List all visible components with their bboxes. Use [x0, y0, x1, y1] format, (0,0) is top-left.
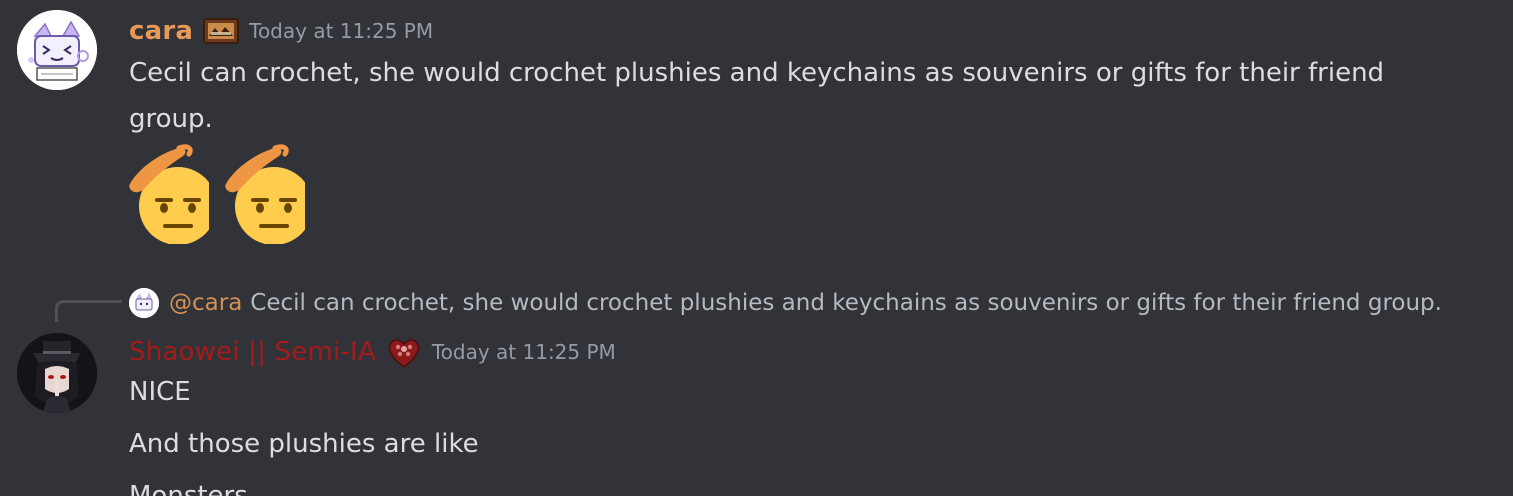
message-header: Shaowei || Semi-IA Today at 11:25 PM: [129, 333, 616, 371]
dark-hat-figure-avatar-icon: [17, 333, 97, 413]
message-header: cara Today at 11:25 PM: [129, 12, 433, 50]
message-cara: cara Today at 11:25 PM Cecil can crochet…: [0, 0, 1513, 280]
username[interactable]: Shaowei || Semi-IA: [129, 337, 376, 367]
reply-preview[interactable]: @cara Cecil can crochet, she would croch…: [129, 286, 1442, 320]
framed-art-badge-icon: [203, 18, 240, 44]
avatar-cara[interactable]: [17, 10, 97, 90]
message-line: NICE: [129, 377, 191, 407]
emoji-row: [127, 144, 305, 244]
chat-log: cara Today at 11:25 PM Cecil can crochet…: [0, 0, 1513, 496]
reply-avatar-icon: [129, 288, 159, 318]
saluting-face-emoji-icon[interactable]: [127, 144, 209, 244]
message-line: And those plushies are like: [129, 429, 479, 459]
timestamp: Today at 11:25 PM: [431, 340, 616, 364]
red-flower-heart-badge-icon: [386, 334, 422, 370]
reply-connector: [55, 300, 122, 322]
reply-mention[interactable]: @cara: [169, 290, 242, 316]
saluting-face-emoji-icon[interactable]: [223, 144, 305, 244]
timestamp: Today at 11:25 PM: [249, 19, 434, 43]
avatar-shaowei[interactable]: [17, 333, 97, 413]
username[interactable]: cara: [129, 16, 193, 46]
message-text: Cecil can crochet, she would crochet plu…: [129, 58, 1385, 134]
message-line: Monsters: [129, 481, 248, 496]
sketch-cat-avatar-icon: [17, 10, 97, 90]
reply-text: Cecil can crochet, she would crochet plu…: [250, 290, 1442, 316]
